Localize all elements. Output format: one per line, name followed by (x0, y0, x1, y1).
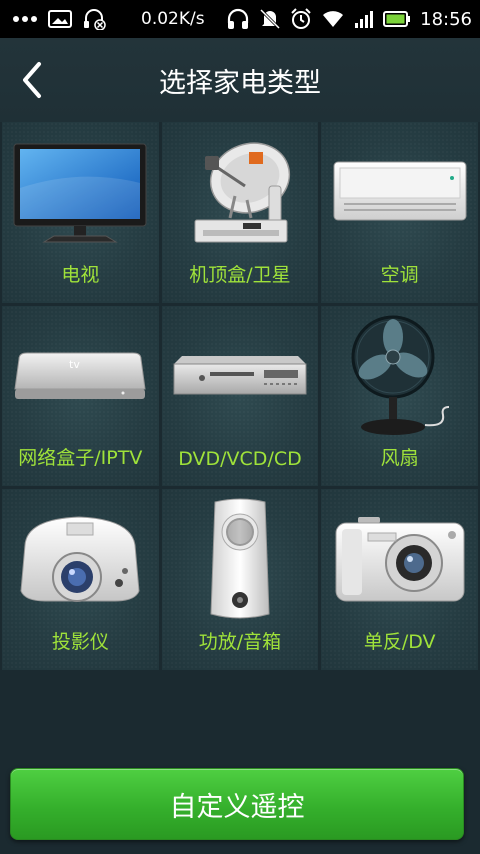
fan-icon (321, 314, 478, 440)
image-icon (48, 10, 72, 28)
alarm-icon (290, 8, 312, 30)
device-tile-dvd[interactable]: DVD/VCD/CD (161, 305, 319, 487)
device-label: 风扇 (380, 447, 419, 470)
device-label: DVD/VCD/CD (178, 448, 302, 471)
device-label: 空调 (380, 263, 419, 286)
device-tile-speaker[interactable]: 功放/音箱 (161, 489, 319, 670)
clock: 18:56 (420, 8, 472, 30)
device-tile-projector[interactable]: 投影仪 (2, 489, 159, 670)
device-label: 机顶盒/卫星 (189, 263, 291, 286)
dvd-player-icon (162, 314, 319, 440)
header: 选择家电类型 (0, 38, 480, 122)
camera-icon (321, 497, 478, 623)
air-conditioner-icon (321, 130, 478, 256)
network-box-badge: tv (69, 358, 80, 371)
headphones-icon (226, 8, 250, 30)
device-tile-air-conditioner[interactable]: 空调 (321, 122, 478, 303)
projector-icon (2, 497, 159, 623)
device-label: 功放/音箱 (198, 631, 282, 653)
custom-remote-button[interactable]: 自定义遥控 (10, 768, 464, 840)
page-title: 选择家电类型 (159, 67, 321, 99)
battery-icon (383, 10, 411, 28)
device-label: 网络盒子/IPTV (18, 447, 143, 470)
device-tile-tv[interactable]: 电视 (2, 122, 159, 303)
back-button[interactable] (12, 58, 52, 102)
network-speed: 0.02K/s (141, 9, 205, 29)
device-tile-satellite[interactable]: 机顶盒/卫星 (161, 122, 319, 303)
chevron-left-icon (23, 62, 41, 98)
device-grid: 电视 机顶盒/卫星 空调 tv 网络盒子/IPTV DVD/VCD/CD 风扇 … (2, 122, 478, 670)
speaker-icon (162, 497, 319, 623)
mute-icon (259, 8, 281, 30)
device-tile-network-box[interactable]: tv 网络盒子/IPTV (2, 305, 159, 487)
status-bar: 0.02K/s 18:56 (0, 0, 480, 38)
network-box-icon: tv (2, 314, 159, 440)
device-label: 单反/DV (363, 631, 436, 653)
tv-icon (2, 130, 159, 256)
device-label: 投影仪 (51, 631, 109, 653)
more-icon (12, 14, 38, 24)
device-tile-camera[interactable]: 单反/DV (321, 489, 478, 670)
wifi-icon (321, 9, 345, 29)
satellite-box-icon (162, 130, 319, 256)
device-tile-fan[interactable]: 风扇 (321, 305, 478, 487)
device-label: 电视 (61, 263, 100, 286)
signal-icon (354, 9, 374, 29)
headset-blocked-icon (82, 8, 106, 30)
